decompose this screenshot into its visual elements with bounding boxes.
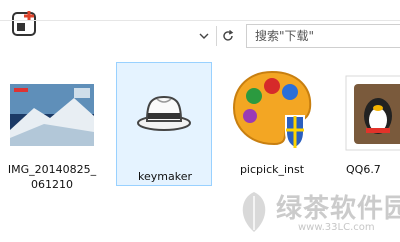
search-input[interactable]: [255, 27, 395, 45]
new-window-icon[interactable]: [10, 8, 40, 38]
file-name-line1: IMG_20140825_: [7, 163, 97, 176]
paint-palette-icon: [224, 60, 320, 156]
toolbar-divider: [0, 20, 400, 21]
file-name-line2: 061210: [31, 178, 73, 191]
file-name: IMG_20140825_ 061210: [4, 162, 100, 192]
file-name: picpick_inst: [239, 163, 305, 176]
file-name: QQ6.7: [346, 163, 381, 176]
chevron-down-icon: [199, 33, 209, 39]
address-dropdown-button[interactable]: [196, 26, 212, 46]
watermark: 绿茶软件园 www.33LC.com: [232, 184, 400, 242]
hat-icon: [117, 63, 213, 159]
refresh-button[interactable]: [216, 26, 238, 46]
watermark-text: 绿茶软件园: [276, 194, 400, 224]
image-thumbnail: [4, 60, 100, 156]
watermark-url: www.33LC.com: [298, 222, 375, 233]
file-item-keymaker[interactable]: keymaker: [116, 62, 212, 186]
refresh-icon: [222, 29, 233, 41]
qq-icon: [340, 60, 400, 156]
search-box[interactable]: [246, 24, 400, 48]
leaf-logo-icon: [242, 192, 266, 232]
file-name: keymaker: [138, 170, 192, 183]
toolbar: [0, 0, 400, 52]
file-item-image[interactable]: IMG_20140825_ 061210: [4, 60, 100, 230]
